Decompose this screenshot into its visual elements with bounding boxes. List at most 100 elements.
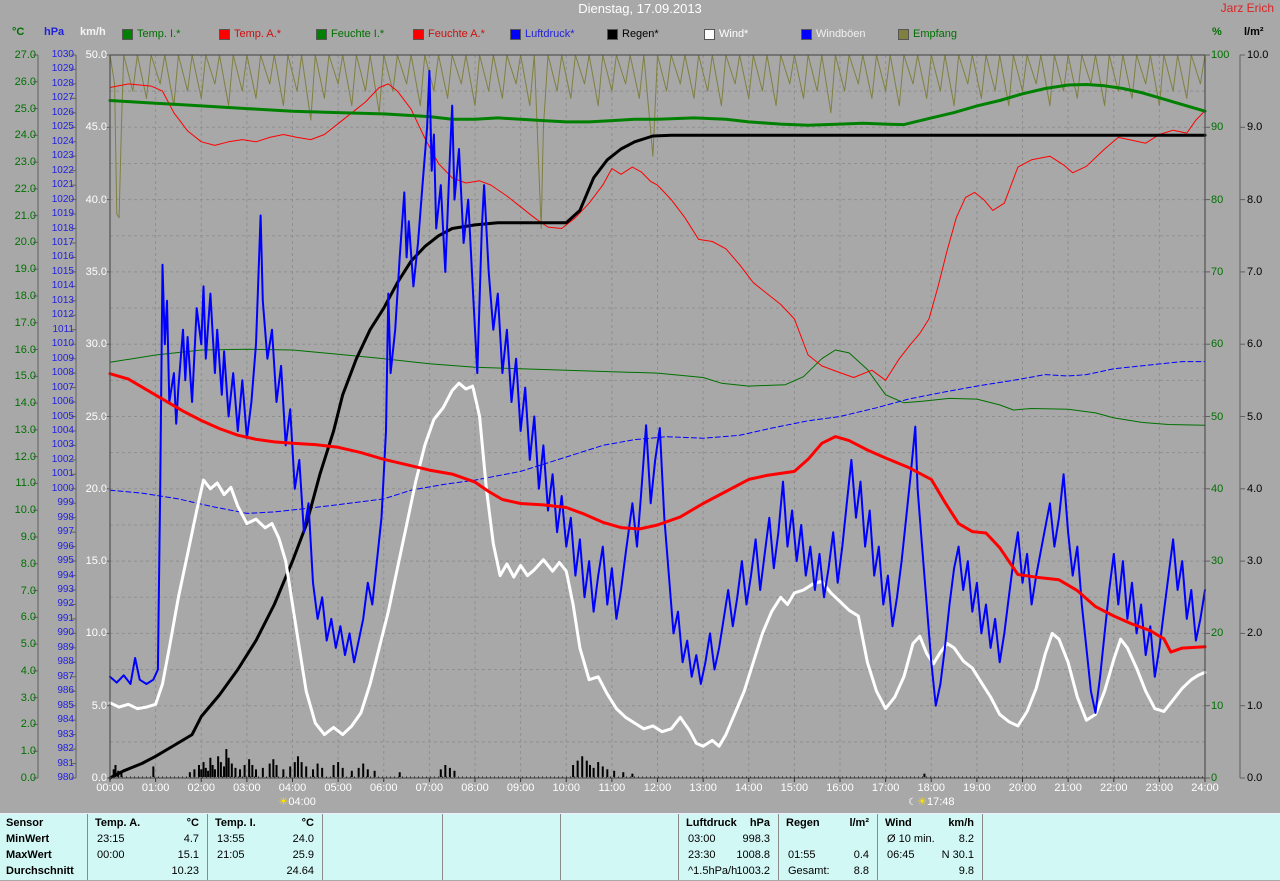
hPa-tick-label: 984: [14, 714, 74, 726]
hPa-tick-label: 1023: [14, 150, 74, 162]
table-divider: [982, 814, 983, 880]
x-tick-label: 02:00: [179, 782, 223, 794]
rain-bar: [255, 769, 257, 777]
table-cell-value: 15.1: [95, 849, 199, 861]
hPa-tick-label: 1007: [14, 382, 74, 394]
rain-bar: [358, 768, 360, 777]
x-tick-label: 09:00: [499, 782, 543, 794]
rain-bar: [234, 768, 236, 777]
x-tick-label: 20:00: [1001, 782, 1045, 794]
hPa-tick-label: 1024: [14, 136, 74, 148]
rain-bar: [589, 765, 591, 777]
rain-bar: [239, 769, 241, 777]
kmh-tick-label: 20.0: [47, 483, 107, 495]
sun-icon: ☀: [917, 796, 927, 808]
rain-bar: [152, 766, 154, 777]
rain-bar: [220, 762, 222, 777]
table-cell-unit: hPa: [686, 817, 770, 829]
hPa-tick-label: 1017: [14, 237, 74, 249]
rain-bar: [602, 766, 604, 777]
hPa-tick-label: 987: [14, 671, 74, 683]
rain-bar: [301, 762, 303, 777]
table-cell-value: 4.7: [95, 833, 199, 845]
x-tick-label: 18:00: [909, 782, 953, 794]
x-tick-label: 14:00: [727, 782, 771, 794]
table-cell-unit: °C: [95, 817, 199, 829]
rain-bar: [453, 771, 455, 777]
hPa-tick-label: 998: [14, 512, 74, 524]
rain-bar: [572, 765, 574, 777]
pct-tick-label: 50: [1211, 411, 1251, 423]
lm2-tick-label: 2.0: [1247, 627, 1280, 639]
hPa-tick-label: 1002: [14, 454, 74, 466]
lm2-tick-label: 0.0: [1247, 772, 1280, 784]
sunset-time: 17:48: [927, 796, 955, 808]
rain-bar: [593, 768, 595, 777]
hPa-tick-label: 983: [14, 729, 74, 741]
rain-bar: [189, 772, 191, 777]
table-cell-value: 0.4: [786, 849, 869, 861]
rain-bar: [231, 764, 233, 777]
lm2-tick-label: 7.0: [1247, 266, 1280, 278]
hPa-tick-label: 1027: [14, 92, 74, 104]
table-cell-value: 10.23: [95, 865, 199, 877]
rain-bar: [244, 765, 246, 777]
table-divider: [442, 814, 443, 880]
rain-bar: [251, 765, 253, 777]
lm2-tick-label: 4.0: [1247, 483, 1280, 495]
rain-bar: [289, 766, 291, 777]
lm2-tick-label: 9.0: [1247, 121, 1280, 133]
x-tick-label: 05:00: [316, 782, 360, 794]
hPa-tick-label: 999: [14, 497, 74, 509]
rain-bar: [440, 769, 442, 777]
kmh-tick-label: 45.0: [47, 121, 107, 133]
pct-tick-label: 70: [1211, 266, 1251, 278]
rain-bar: [276, 765, 278, 777]
x-tick-label: 06:00: [362, 782, 406, 794]
table-cell-unit: °C: [215, 817, 314, 829]
table-cell-value: 1003.2: [686, 865, 770, 877]
rain-bar: [586, 761, 588, 777]
pct-tick-label: 30: [1211, 555, 1251, 567]
rain-bar: [351, 771, 353, 777]
hPa-tick-label: 1004: [14, 425, 74, 437]
rain-bar: [399, 772, 401, 777]
pct-tick-label: 20: [1211, 627, 1251, 639]
table-divider: [87, 814, 88, 880]
x-tick-label: 23:00: [1137, 782, 1181, 794]
rain-bar: [622, 772, 624, 777]
sun-icon: ☀: [279, 796, 289, 808]
x-tick-label: 10:00: [544, 782, 588, 794]
sunrise-marker: ☀04:00: [279, 795, 316, 808]
table-cell-value: 24.64: [215, 865, 314, 877]
table-cell-value: 1008.8: [686, 849, 770, 861]
rain-bar: [444, 765, 446, 777]
lm2-tick-label: 3.0: [1247, 555, 1280, 567]
table-cell-value: 8.2: [885, 833, 974, 845]
rain-bar: [577, 761, 579, 777]
x-tick-label: 00:00: [88, 782, 132, 794]
hPa-tick-label: 1014: [14, 280, 74, 292]
table-cell-unit: km/h: [885, 817, 974, 829]
rain-bar: [631, 774, 633, 777]
rain-bar: [272, 759, 274, 777]
x-tick-label: 11:00: [590, 782, 634, 794]
rain-bar: [248, 759, 250, 777]
table-cell-value: 8.8: [786, 865, 869, 877]
table-cell-value: N 30.1: [885, 849, 974, 861]
hPa-tick-label: 1001: [14, 468, 74, 480]
rain-bar: [262, 768, 264, 777]
table-row-header: Durchschnitt: [6, 865, 74, 877]
table-divider: [207, 814, 208, 880]
pct-tick-label: 100: [1211, 49, 1251, 61]
hPa-tick-label: 994: [14, 570, 74, 582]
table-divider: [678, 814, 679, 880]
x-tick-label: 01:00: [134, 782, 178, 794]
hPa-tick-label: 1026: [14, 107, 74, 119]
hPa-tick-label: 988: [14, 656, 74, 668]
rain-bar: [581, 756, 583, 777]
rain-bar: [193, 769, 195, 777]
pct-tick-label: 90: [1211, 121, 1251, 133]
kmh-tick-label: 5.0: [47, 700, 107, 712]
table-row-header: MaxWert: [6, 849, 52, 861]
